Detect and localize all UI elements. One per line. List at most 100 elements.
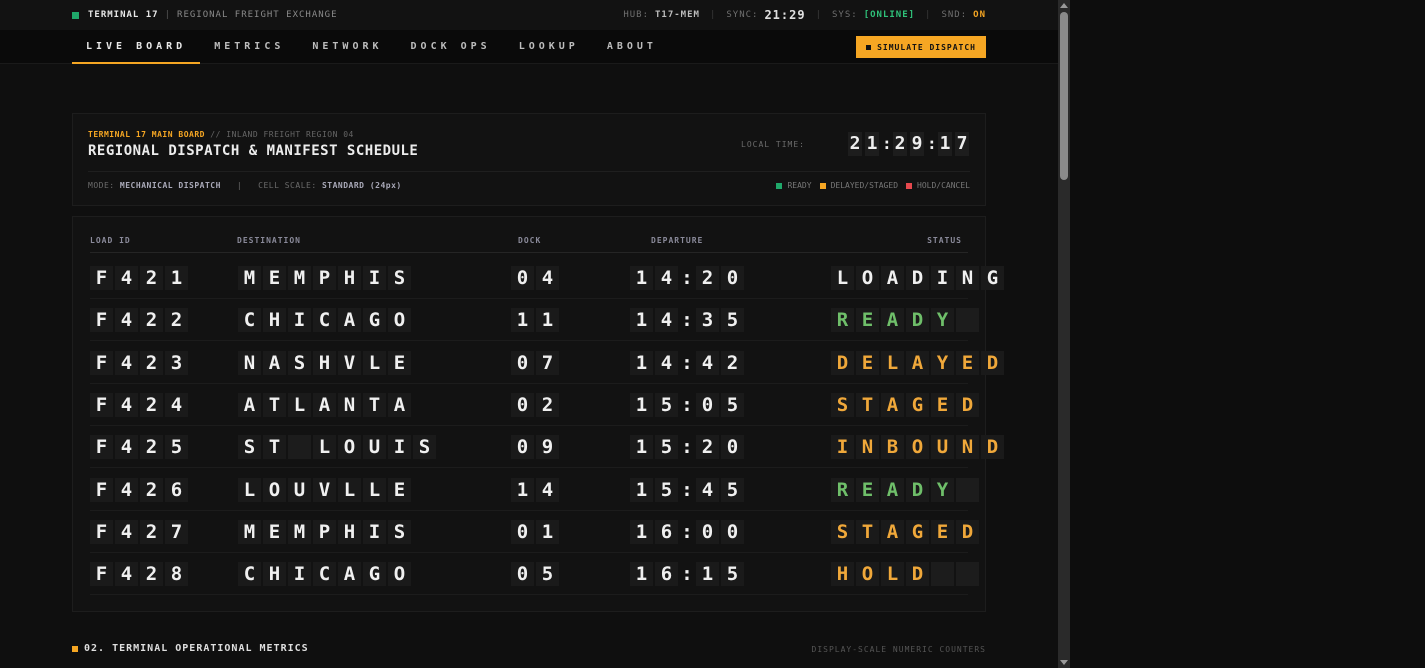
dock-cell: 05 <box>511 562 559 587</box>
departure-cell: 14:20 <box>630 266 744 290</box>
simulate-dispatch-button[interactable]: SIMULATE DISPATCH <box>856 36 986 58</box>
flap-cell: 4 <box>115 350 138 375</box>
flap-cell: 0 <box>721 435 744 460</box>
departure-cell: 16:15 <box>630 562 744 587</box>
flap-cell: 1 <box>511 308 534 333</box>
flap-cell: Y <box>931 350 954 375</box>
flap-cell: B <box>881 435 904 460</box>
mode-value: MECHANICAL DISPATCH <box>119 181 221 190</box>
table-row[interactable]: F422CHICAGO1114:35READY <box>90 299 979 342</box>
flap-cell: C <box>238 308 261 333</box>
brand-subtitle: REGIONAL FREIGHT EXCHANGE <box>177 10 338 20</box>
flap-cell: G <box>906 392 929 417</box>
table-row[interactable]: F427MEMPHIS0116:00STAGED <box>90 511 979 553</box>
flap-cell: 1 <box>630 477 653 502</box>
table-row[interactable]: F421MEMPHIS0414:20LOADING <box>90 257 1004 299</box>
flap-cell: 1 <box>630 308 653 333</box>
flap-cell: F <box>90 435 113 460</box>
flap-cell: 0 <box>721 519 744 544</box>
flap-cell: 6 <box>165 477 188 502</box>
flap-cell: A <box>881 392 904 417</box>
scroll-down-icon[interactable] <box>1060 660 1068 665</box>
section-title: 02. TERMINAL OPERATIONAL METRICS <box>84 643 309 654</box>
flap-cell: 4 <box>655 350 678 375</box>
load-id-cell: F427 <box>90 519 188 544</box>
table-row[interactable]: F425STLOUIS0915:20INBOUND <box>90 426 1004 469</box>
top-status-bar: TERMINAL 17 | REGIONAL FREIGHT EXCHANGE … <box>0 0 1058 30</box>
flap-cell: L <box>831 266 854 290</box>
flap-cell: Y <box>931 477 954 502</box>
flap-cell: 2 <box>721 350 744 375</box>
scroll-up-icon[interactable] <box>1060 3 1068 8</box>
sound-label: SND: <box>941 10 968 20</box>
sound-toggle[interactable]: ON <box>973 10 986 20</box>
flap-cell: 1 <box>511 477 534 502</box>
sys-label: SYS: <box>832 10 858 20</box>
tab-lookup[interactable]: LOOKUP <box>505 30 593 64</box>
tab-live-board[interactable]: LIVE BOARD <box>72 30 201 64</box>
flap-cell: 4 <box>115 519 138 544</box>
flap-cell: 1 <box>630 350 653 375</box>
flap-cell: 1 <box>536 308 559 333</box>
sync-label: SYNC: <box>726 10 759 20</box>
readout-divider: | <box>709 10 717 20</box>
flap-cell: L <box>288 392 311 417</box>
flap-cell: S <box>238 435 261 460</box>
status-cell: STAGED <box>831 519 979 544</box>
breadcrumb-divider: // <box>210 130 221 139</box>
time-separator: : <box>927 134 937 153</box>
flap-cell: D <box>981 435 1004 460</box>
flap-cell: 1 <box>536 519 559 544</box>
flap-cell: 3 <box>165 350 188 375</box>
flap-cell: 1 <box>630 519 653 544</box>
dock-cell: 14 <box>511 477 559 502</box>
load-id-cell: F428 <box>90 562 188 587</box>
scale-value: STANDARD (24px) <box>321 181 402 190</box>
flap-cell: U <box>288 477 311 502</box>
table-row[interactable]: F426LOUVLLE1415:45READY <box>90 469 979 511</box>
scrollbar-thumb[interactable] <box>1060 12 1068 180</box>
flap-cell: 0 <box>511 392 534 417</box>
table-row[interactable]: F428CHICAGO0516:15HOLD <box>90 553 979 596</box>
board-header-panel: TERMINAL 17 MAIN BOARD // INLAND FREIGHT… <box>72 113 986 206</box>
flap-cell: L <box>881 350 904 375</box>
hub-label: HUB: <box>623 10 649 20</box>
col-load-id: LOAD ID <box>90 236 131 245</box>
scale-label: CELL SCALE: <box>258 181 317 190</box>
legend-label: DELAYED/STAGED <box>830 181 899 190</box>
destination-cell: STLOUIS <box>238 435 436 460</box>
flap-cell: E <box>856 477 879 502</box>
tab-about[interactable]: ABOUT <box>593 30 671 64</box>
tab-metrics[interactable]: METRICS <box>200 30 298 64</box>
table-row[interactable]: F423NASHVLE0714:42DELAYED <box>90 342 1004 384</box>
departure-cell: 14:35 <box>630 308 744 333</box>
flap-cell: L <box>881 562 904 587</box>
flap-cell: T <box>856 519 879 544</box>
tab-dock-ops[interactable]: DOCK OPS <box>397 30 505 64</box>
flap-cell: E <box>263 519 286 544</box>
flap-cell: 2 <box>696 266 719 290</box>
legend-hold: HOLD/CANCEL <box>906 181 970 190</box>
flap-cell: U <box>363 435 386 460</box>
flap-cell: 4 <box>115 392 138 417</box>
flap-cell: C <box>313 562 336 587</box>
flap-cell <box>956 308 979 333</box>
flap-cell: 4 <box>655 308 678 333</box>
dock-cell: 02 <box>511 392 559 417</box>
flap-cell: 9 <box>536 435 559 460</box>
table-row[interactable]: F424ATLANTA0215:05STAGED <box>90 384 979 426</box>
page-scrollbar[interactable] <box>1058 0 1070 668</box>
destination-cell: CHICAGO <box>238 308 411 333</box>
flap-cell: N <box>238 350 261 375</box>
section-note: DISPLAY-SCALE NUMERIC COUNTERS <box>811 645 986 654</box>
departure-cell: 14:42 <box>630 350 744 375</box>
flap-cell: : <box>681 393 693 416</box>
destination-cell: CHICAGO <box>238 562 411 587</box>
tab-network[interactable]: NETWORK <box>298 30 396 64</box>
load-id-cell: F425 <box>90 435 188 460</box>
flap-cell: A <box>906 350 929 375</box>
system-readouts: HUB: T17-MEM | SYNC: 21:29 | SYS: [ONLIN… <box>623 8 986 22</box>
flap-cell: 2 <box>140 562 163 587</box>
flap-cell <box>956 477 979 502</box>
flap-cell: R <box>831 477 854 502</box>
